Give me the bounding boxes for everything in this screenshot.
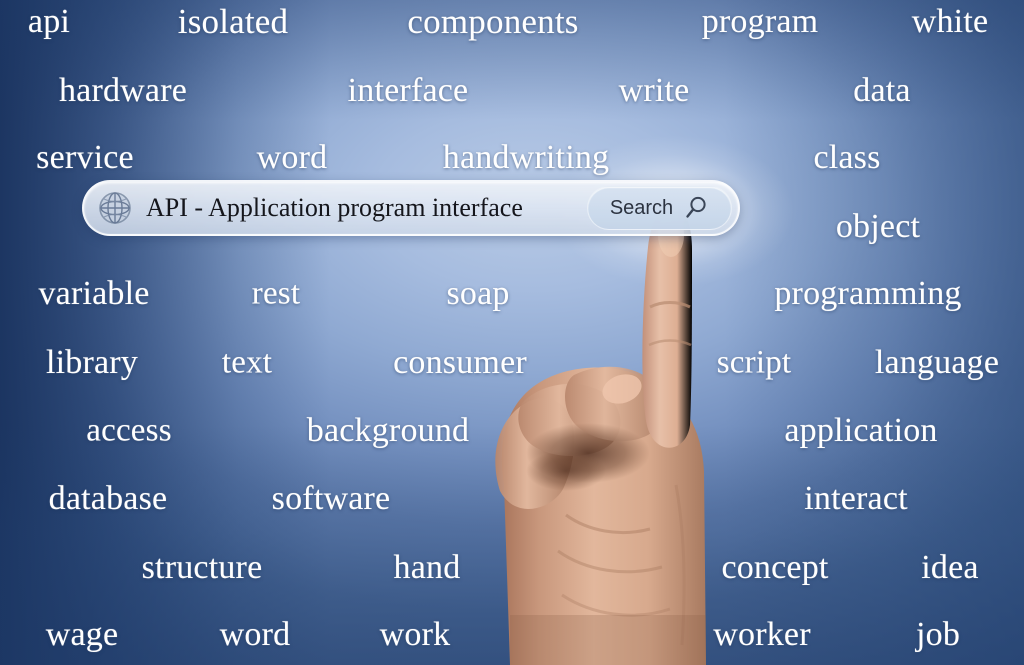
word-cloud-item: word: [256, 139, 328, 176]
word-cloud-item: text: [221, 344, 273, 381]
word-cloud-item: language: [874, 344, 1000, 381]
word-cloud-item: write: [618, 72, 690, 109]
word-cloud-item: interface: [347, 72, 469, 109]
word-cloud-item: handwriting: [442, 139, 610, 176]
word-cloud-item: api: [27, 3, 71, 40]
search-button-label: Search: [609, 196, 674, 219]
word-cloud-item: work: [379, 616, 451, 653]
magnifier-icon: [686, 196, 706, 218]
screenshot-canvas: api isolated components program white hardwar…: [0, 0, 1024, 665]
word-cloud-item: access: [86, 412, 172, 449]
word-cloud-item: programming: [774, 275, 962, 312]
word-cloud-item: library: [45, 344, 139, 381]
word-cloud-item: isolated: [177, 2, 289, 41]
word-cloud-item: variable: [38, 275, 150, 312]
search-bar[interactable]: API - Application program interface Sear…: [82, 180, 740, 236]
word-cloud-item: background: [306, 412, 470, 449]
word-cloud-item: components: [407, 2, 579, 41]
word-cloud-item: interact: [804, 480, 908, 517]
word-cloud-item: application: [784, 412, 938, 449]
word-cloud-item: job: [915, 616, 961, 653]
word-cloud-item: program: [701, 3, 819, 40]
word-cloud-item: wage: [45, 616, 119, 653]
word-cloud-item: hardware: [58, 72, 188, 109]
word-cloud-item: idea: [921, 549, 979, 586]
word-cloud-item: service: [36, 139, 134, 176]
pointing-hand-image: [495, 206, 706, 665]
search-input[interactable]: API - Application program interface: [142, 193, 587, 223]
word-cloud-item: structure: [141, 549, 263, 586]
word-cloud-item: class: [813, 139, 881, 176]
globe-icon: [99, 192, 131, 224]
word-cloud-item: object: [835, 208, 921, 245]
word-cloud-item: rest: [251, 275, 301, 312]
word-cloud-item: white: [911, 3, 989, 40]
word-cloud-item: hand: [393, 549, 461, 586]
word-cloud-item: word: [219, 616, 291, 653]
search-button[interactable]: Search: [587, 186, 732, 230]
word-cloud-item: database: [48, 480, 168, 517]
word-cloud-item: software: [271, 480, 391, 517]
word-cloud-item: data: [853, 72, 911, 109]
